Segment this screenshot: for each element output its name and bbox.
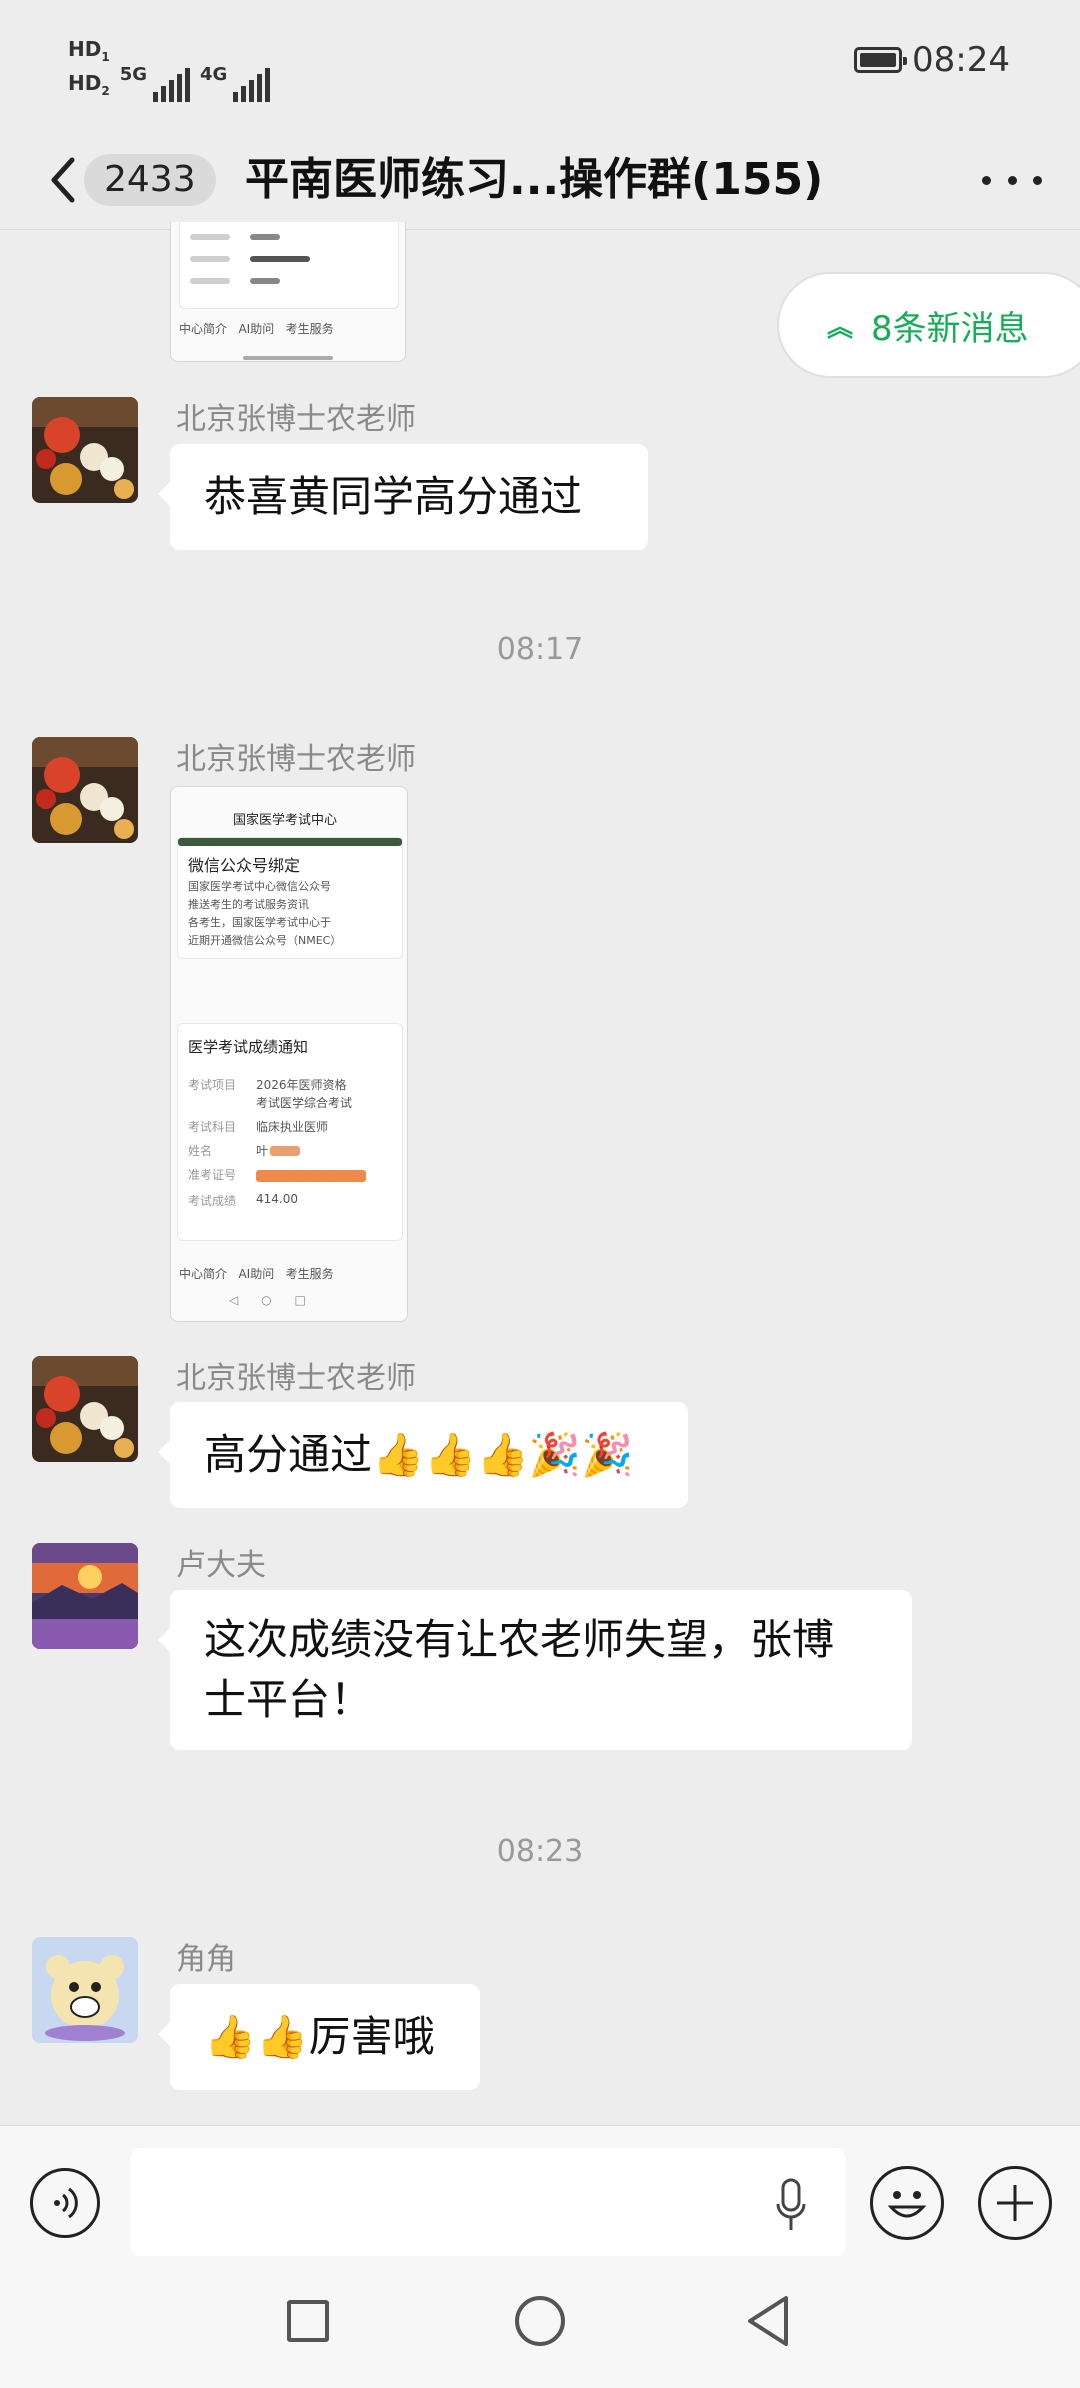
chat-title: 平南医师练习...操作群(155) <box>245 154 824 205</box>
thumbs-up-party-emojis: 👍👍👍🎉🎉 <box>372 1430 634 1479</box>
network-indicators: HD1 HD2 5G 4G <box>68 38 271 102</box>
sender-name: 北京张博士农老师 <box>176 1361 416 1396</box>
image-message[interactable]: 国家医学考试中心 微信公众号绑定 国家医学考试中心微信公众号 推送考生的考试服务… <box>170 786 408 1322</box>
sender-name: 北京张博士农老师 <box>176 402 416 437</box>
thumb-tab: 中心简介 <box>179 1267 228 1281</box>
avatar[interactable] <box>32 397 138 503</box>
thumb-card-body: 国家医学考试中心微信公众号 <box>188 880 331 893</box>
thumb-tab: 考生服务 <box>285 1267 334 1281</box>
flower-avatar-icon <box>32 737 138 843</box>
sender-name: 卢大夫 <box>176 1548 266 1583</box>
system-nav-bar <box>0 2260 1080 2388</box>
status-bar: HD1 HD2 5G 4G 08:24 <box>0 0 1080 130</box>
thumb-card-body: 近期开通微信公众号（NMEC） <box>188 934 342 947</box>
message-text-line: 这次成绩没有让农老师失望，张博 <box>204 1615 835 1664</box>
message-bubble[interactable]: 恭喜黄同学高分通过 <box>158 444 648 550</box>
avatar[interactable] <box>32 1543 138 1649</box>
microphone-icon[interactable] <box>776 2178 806 2232</box>
message-bubble[interactable]: 👍👍厉害哦 <box>158 1984 480 2090</box>
double-chevron-up-icon: ︽ <box>827 312 854 343</box>
signal-5g: 5G <box>119 64 191 102</box>
voice-input-icon[interactable] <box>30 2168 100 2238</box>
more-options-icon[interactable] <box>982 160 1042 200</box>
thumb-tab: AI助问 <box>238 1267 275 1281</box>
plus-icon[interactable] <box>978 2166 1052 2240</box>
header-divider <box>0 229 1080 230</box>
signal-bars-icon <box>153 66 191 102</box>
message-input[interactable] <box>130 2148 846 2256</box>
back-triangle-icon[interactable] <box>744 2294 792 2348</box>
avatar[interactable] <box>32 737 138 843</box>
hd-indicators: HD1 HD2 <box>68 38 110 102</box>
message-timestamp: 08:17 <box>496 632 584 667</box>
thumb-field-value: 叶 <box>256 1144 269 1158</box>
signal-4g: 4G <box>200 64 271 102</box>
message-text: 恭喜黄同学高分通过 <box>204 472 583 521</box>
thumb-field-label: 考试成绩 <box>188 1194 237 1208</box>
thumb-card-title: 微信公众号绑定 <box>188 856 301 875</box>
input-bar <box>0 2125 1080 2261</box>
thumb-field-label: 考试科目 <box>188 1120 237 1134</box>
signal-bars-icon <box>233 66 271 102</box>
thumb-field-label: 考试项目 <box>188 1078 237 1092</box>
hd1-label: HD <box>68 37 102 61</box>
image-message-partial[interactable]: 中心简介 AI助问 考生服务 <box>170 222 406 362</box>
thumbs-up-emojis: 👍👍 <box>204 2012 309 2061</box>
thumb-tab: 考生服务 <box>285 322 334 336</box>
status-time: 08:24 <box>912 40 1010 80</box>
thumb-field-value: 考试医学综合考试 <box>256 1096 353 1110</box>
unread-count-badge[interactable]: 2433 <box>84 154 216 206</box>
hd2-sub: 2 <box>101 84 110 98</box>
flower-avatar-icon <box>32 1356 138 1462</box>
sender-name: 角角 <box>176 1942 236 1977</box>
thumb-field-value: 临床执业医师 <box>256 1120 329 1134</box>
avatar[interactable] <box>32 1937 138 2043</box>
thumb-card-title: 医学考试成绩通知 <box>188 1038 309 1056</box>
sender-name: 北京张博士农老师 <box>176 742 416 777</box>
hd2-label: HD <box>68 71 102 95</box>
chat-header: 2433 平南医师练习...操作群(155) <box>0 130 1080 230</box>
flower-avatar-icon <box>32 397 138 503</box>
signal-4g-label: 4G <box>200 64 228 85</box>
thumb-nav-title: 国家医学考试中心 <box>233 813 338 828</box>
thumb-tab: 中心简介 <box>179 322 228 336</box>
thumb-field-label: 姓名 <box>188 1144 213 1158</box>
sunset-avatar-icon <box>32 1543 138 1649</box>
message-timestamp: 08:23 <box>496 1834 584 1869</box>
thumb-field-label: 准考证号 <box>188 1168 237 1182</box>
message-bubble[interactable]: 这次成绩没有让农老师失望，张博 士平台！ <box>158 1590 912 1750</box>
thumb-field-value: 2026年医师资格 <box>256 1078 347 1092</box>
signal-5g-label: 5G <box>119 64 148 85</box>
message-text: 高分通过 <box>204 1430 373 1479</box>
cartoon-bear-avatar-icon <box>32 1937 138 2043</box>
recent-apps-icon[interactable] <box>287 2300 329 2342</box>
back-chevron-icon[interactable] <box>42 150 86 210</box>
message-text-line: 士平台！ <box>204 1675 373 1724</box>
message-bubble[interactable]: 高分通过👍👍👍🎉🎉 <box>158 1402 688 1508</box>
emoji-icon[interactable] <box>870 2166 944 2240</box>
avatar[interactable] <box>32 1356 138 1462</box>
new-messages-label: 8条新消息 <box>871 308 1029 349</box>
thumb-tab: AI助问 <box>238 322 275 336</box>
message-text: 厉害哦 <box>308 2012 435 2061</box>
thumb-field-value: 414.00 <box>256 1192 298 1206</box>
home-icon[interactable] <box>515 2296 565 2346</box>
thumb-nav-icons: ◁ ○ □ <box>229 1293 306 1307</box>
thumb-card-body: 推送考生的考试服务资讯 <box>188 898 309 911</box>
new-messages-button[interactable]: ︽ 8条新消息 <box>777 272 1080 378</box>
battery-icon <box>854 47 908 73</box>
hd1-sub: 1 <box>101 50 110 64</box>
thumb-card-body: 各考生，国家医学考试中心于 <box>188 916 331 929</box>
